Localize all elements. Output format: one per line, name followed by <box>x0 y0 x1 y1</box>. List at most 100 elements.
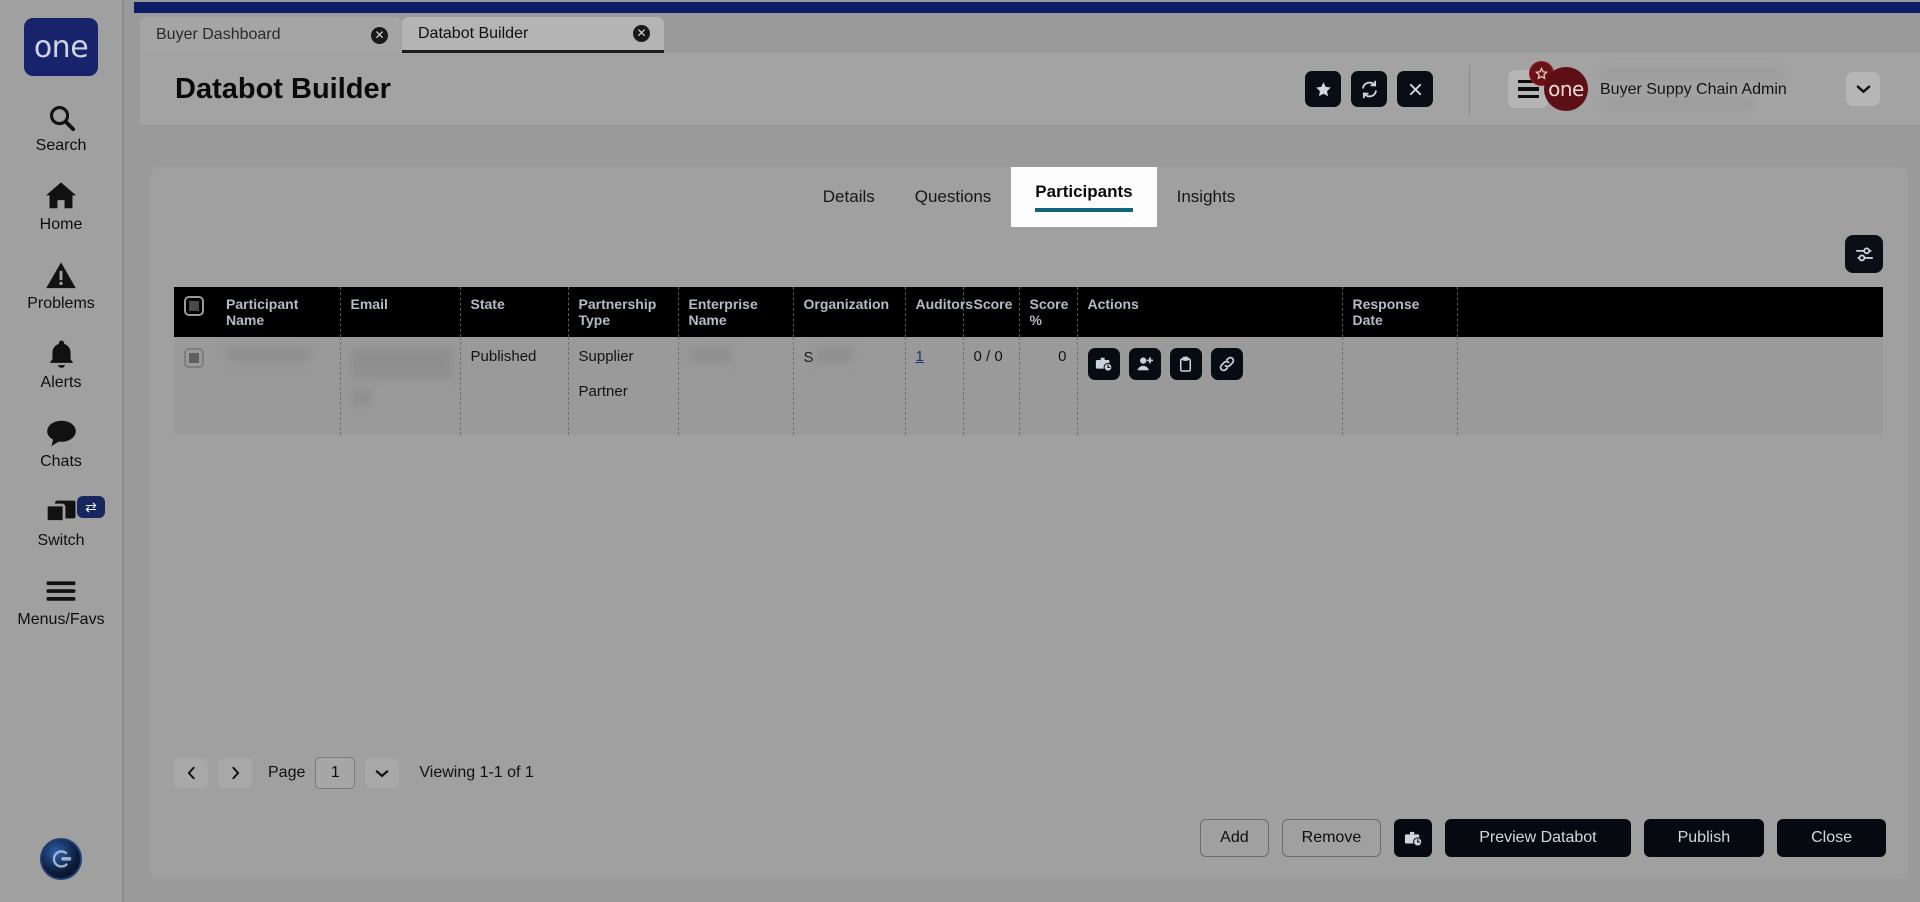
close-circle-icon[interactable]: ✕ <box>371 26 388 44</box>
cell-response-date <box>1342 337 1458 435</box>
add-participant-action[interactable] <box>1128 348 1161 380</box>
column-participant-name[interactable]: Participant Name <box>216 287 341 337</box>
sidebar-item-alerts[interactable]: Alerts <box>0 335 122 392</box>
tab-label: Insights <box>1176 187 1236 206</box>
user-identity: Buyer Suppy Chain Admin <box>1600 67 1832 111</box>
tab-questions[interactable]: Questions <box>895 167 1012 227</box>
table-header: Participant Name Email State Partnership… <box>174 287 1883 337</box>
cell-state: Published <box>460 337 569 435</box>
page-tab-databot-builder[interactable]: Databot Builder ✕ <box>402 17 664 53</box>
participants-table: Participant Name Email State Partnership… <box>174 287 1883 435</box>
add-button[interactable]: Add <box>1200 819 1269 857</box>
close-databot-button[interactable]: Close <box>1777 819 1886 857</box>
column-score[interactable]: Score <box>963 287 1020 337</box>
sidebar-item-chats[interactable]: Chats <box>0 414 122 471</box>
column-auditors[interactable]: Auditors <box>905 287 973 337</box>
column-enterprise-name[interactable]: Enterprise Name <box>678 287 794 337</box>
sliders-icon <box>1854 244 1875 265</box>
sidebar-item-problems[interactable]: Problems <box>0 256 122 313</box>
page-size-dropdown[interactable] <box>365 758 400 788</box>
cell-email <box>340 337 461 435</box>
cell-spacer <box>1457 337 1883 435</box>
close-button[interactable] <box>1397 71 1433 107</box>
auditors-link[interactable]: 1 <box>916 348 924 365</box>
table-row[interactable]: Published Supplier Partner S 1 0 / 0 0 <box>174 337 1883 435</box>
sidebar-label: Alerts <box>40 374 82 391</box>
page-number-input[interactable]: 1 <box>315 757 356 789</box>
close-circle-icon[interactable]: ✕ <box>633 25 650 42</box>
preview-databot-button[interactable]: Preview Databot <box>1445 819 1631 857</box>
copy-link-action[interactable] <box>1210 348 1243 380</box>
organization-value: S <box>803 349 814 366</box>
chevron-down-icon[interactable] <box>1846 72 1880 106</box>
chat-bubble-icon <box>45 414 78 452</box>
redacted-user-name <box>1602 68 1782 80</box>
column-email[interactable]: Email <box>340 287 461 337</box>
column-spacer <box>1457 287 1883 337</box>
cell-participant-name <box>216 337 341 435</box>
tab-label: Questions <box>914 187 992 206</box>
sidebar-item-menus-favs[interactable]: Menus/Favs <box>0 572 122 629</box>
refresh-button[interactable] <box>1351 71 1387 107</box>
sidebar-item-home[interactable]: Home <box>0 177 122 234</box>
page-tab-buyer-dashboard[interactable]: Buyer Dashboard ✕ <box>140 17 402 53</box>
sidebar-label: Menus/Favs <box>17 611 105 628</box>
user-profile-block[interactable]: one Buyer Suppy Chain Admin <box>1544 67 1880 111</box>
redacted-value <box>688 348 731 362</box>
row-checkbox[interactable] <box>184 348 204 368</box>
tab-insights[interactable]: Insights <box>1157 167 1256 227</box>
column-partnership-type[interactable]: Partnership Type <box>568 287 679 337</box>
column-organization[interactable]: Organization <box>793 287 906 337</box>
user-role-label: Buyer Suppy Chain Admin <box>1600 81 1787 98</box>
column-response-date[interactable]: Response Date <box>1342 287 1458 337</box>
favorite-button[interactable] <box>1305 71 1341 107</box>
next-page-button[interactable] <box>218 758 252 788</box>
clipboard-action[interactable] <box>1169 348 1202 380</box>
tab-details[interactable]: Details <box>803 167 895 227</box>
sidebar-label: Search <box>35 137 87 154</box>
header-menu-button[interactable] <box>1508 61 1554 108</box>
user-avatar-icon[interactable] <box>40 838 82 880</box>
one-logo[interactable]: one <box>24 18 98 76</box>
sidebar-label: Home <box>39 216 83 233</box>
column-actions[interactable]: Actions <box>1077 287 1343 337</box>
sidebar-item-search[interactable]: Search <box>0 98 122 155</box>
partnership-type-1: Supplier <box>578 348 634 365</box>
redacted-value <box>814 348 853 362</box>
redacted-value <box>226 348 311 361</box>
left-navigation-rail: one Search Home Problems Alerts Chats ⇄ … <box>0 0 124 902</box>
sidebar-label: Switch <box>37 532 85 549</box>
cell-actions <box>1077 337 1343 435</box>
cell-partnership-type: Supplier Partner <box>568 337 679 435</box>
cell-score-pct: 0 <box>1019 337 1078 435</box>
content-card: Details Questions Participants Insights <box>150 167 1908 879</box>
sidebar-label: Chats <box>40 453 82 470</box>
remove-button[interactable]: Remove <box>1281 819 1382 857</box>
cell-enterprise-name <box>678 337 794 435</box>
redacted-value <box>350 390 371 406</box>
windows-stack-icon <box>44 493 78 531</box>
select-all-checkbox[interactable] <box>184 296 204 316</box>
grid-settings-button[interactable] <box>1845 235 1883 273</box>
column-score-pct[interactable]: Score % <box>1019 287 1078 337</box>
tab-participants[interactable]: Participants <box>1011 167 1157 227</box>
sidebar-item-switch[interactable]: ⇄ Switch <box>0 493 122 550</box>
previous-page-button[interactable] <box>174 758 208 788</box>
cell-auditors[interactable]: 1 <box>905 337 964 435</box>
select-all-header[interactable] <box>174 287 216 337</box>
warning-triangle-icon <box>45 256 77 294</box>
page-title: Databot Builder <box>175 73 391 105</box>
cell-score: 0 / 0 <box>963 337 1020 435</box>
publish-button[interactable]: Publish <box>1643 819 1765 857</box>
footer-actions: Add Remove Preview Databot Publish Close <box>1200 819 1886 857</box>
hamburger-icon <box>45 572 77 610</box>
pagination-controls: Page 1 Viewing 1-1 of 1 <box>174 757 534 789</box>
column-state[interactable]: State <box>460 287 569 337</box>
sidebar-label: Problems <box>27 295 95 312</box>
briefcase-clock-icon <box>1404 829 1423 848</box>
assign-schedule-action[interactable] <box>1087 348 1120 380</box>
active-tab-underline <box>1035 208 1133 212</box>
schedule-button[interactable] <box>1394 819 1433 857</box>
row-select-cell[interactable] <box>174 337 216 435</box>
swap-arrows-icon[interactable]: ⇄ <box>77 496 105 518</box>
